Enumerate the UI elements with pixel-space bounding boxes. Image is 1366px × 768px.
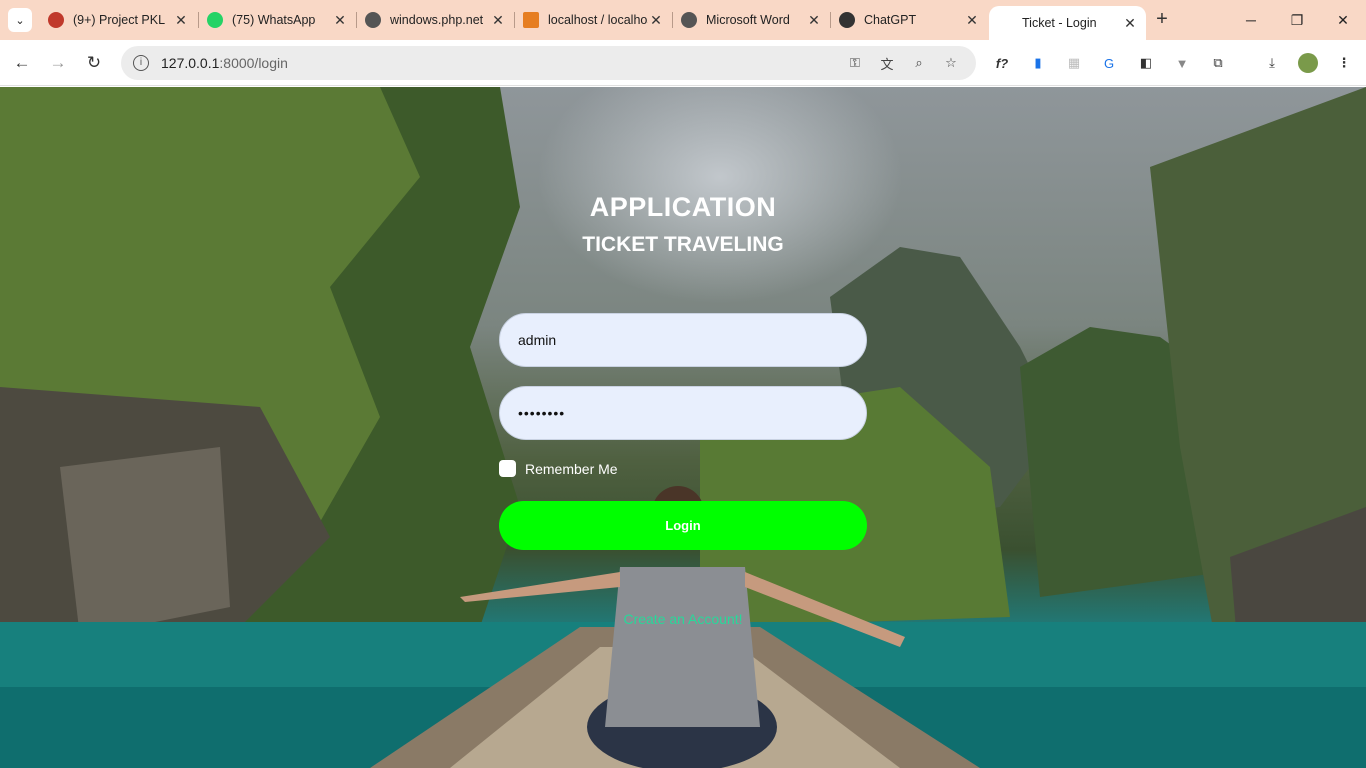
extension-window-icon[interactable]: ◧ [1136,53,1156,73]
close-tab-icon[interactable]: ✕ [332,12,348,29]
close-tab-icon[interactable]: ✕ [1122,15,1138,32]
download-icon[interactable]: ⤓ [1262,53,1282,73]
tab-title: (9+) Project PKL [73,13,166,27]
password-input[interactable] [499,386,867,440]
remember-me-checkbox[interactable] [499,460,516,477]
tab-title: Ticket - Login [1022,16,1097,30]
key-icon[interactable]: ⚿ [846,54,864,72]
tab-whatsapp[interactable]: (75) WhatsApp ✕ [199,6,356,34]
tab-search-button[interactable]: ⌄ [8,8,32,32]
url-path: :8000/login [219,55,288,71]
page-icon [997,15,1013,31]
reload-icon[interactable]: ↻ [81,50,107,76]
extensions-puzzle-icon[interactable]: ⧉ [1208,53,1228,73]
minimize-icon[interactable]: ─ [1228,0,1274,40]
address-bar[interactable]: i 127.0.0.1:8000/login ⚿ 文 ⌕ ☆ [121,46,976,80]
create-account-link[interactable]: Create an Account! [0,611,1366,627]
close-tab-icon[interactable]: ✕ [173,12,189,29]
restore-icon[interactable]: ❐ [1274,0,1320,40]
tab-ticket-login[interactable]: Ticket - Login ✕ [989,6,1146,40]
app-title: APPLICATION [589,192,777,222]
window-close-icon[interactable]: ✕ [1320,0,1366,40]
browser-toolbar: ← → ↻ i 127.0.0.1:8000/login ⚿ 文 ⌕ ☆ f? … [0,40,1366,86]
extension-clipboard-icon[interactable]: ▮ [1028,53,1048,73]
zoom-icon[interactable]: ⌕ [910,54,928,72]
translate-icon[interactable]: 文 [878,54,896,72]
chatgpt-icon [839,12,855,28]
remember-me-label: Remember Me [525,460,618,477]
tab-project-pkl[interactable]: (9+) Project PKL ✕ [40,6,197,34]
extension-v-icon[interactable]: ▼ [1172,53,1192,73]
menu-kebab-icon[interactable]: ⋮ [1334,53,1354,73]
tab-localhost[interactable]: localhost / localhost ✕ [515,6,672,34]
remember-me-row: Remember Me [499,460,618,477]
tab-title: ChatGPT [864,13,917,27]
globe-icon [365,12,381,28]
extension-translate-icon[interactable]: G [1099,53,1119,73]
login-page: APPLICATION TICKET TRAVELING Remember Me… [0,87,1366,768]
tab-title: localhost / localhost [548,13,648,27]
tab-microsoft-word[interactable]: Microsoft Word ✕ [673,6,830,34]
phpmyadmin-icon [523,12,539,28]
close-tab-icon[interactable]: ✕ [648,12,664,29]
tab-title: windows.php.net [390,13,484,27]
username-input[interactable] [499,313,867,367]
profile-avatar[interactable] [1298,53,1318,73]
globe-icon [681,12,697,28]
close-tab-icon[interactable]: ✕ [806,12,822,29]
new-tab-button[interactable]: + [1150,8,1174,32]
extension-fx-icon[interactable]: f? [992,53,1012,73]
close-tab-icon[interactable]: ✕ [490,12,506,29]
bookmark-star-icon[interactable]: ☆ [942,54,960,72]
close-tab-icon[interactable]: ✕ [964,12,980,29]
whatsapp-icon [207,12,223,28]
extension-grid-icon[interactable]: ▦ [1064,53,1084,73]
tab-title: Microsoft Word [706,13,790,27]
back-icon[interactable]: ← [9,50,35,76]
url-host: 127.0.0.1 [161,55,220,71]
app-subtitle: TICKET TRAVELING [582,233,784,256]
tab-strip: ⌄ (9+) Project PKL ✕ (75) WhatsApp ✕ win… [0,0,1366,40]
tab-chatgpt[interactable]: ChatGPT ✕ [831,6,988,34]
login-button[interactable]: Login [499,501,867,550]
site-info-icon[interactable]: i [133,55,149,71]
url-text[interactable]: 127.0.0.1:8000/login [161,55,288,71]
tab-title: (75) WhatsApp [232,13,316,27]
chevron-down-icon: ⌄ [15,14,25,27]
project-icon [48,12,64,28]
forward-icon[interactable]: → [45,50,71,76]
tab-windows-php[interactable]: windows.php.net ✕ [357,6,514,34]
